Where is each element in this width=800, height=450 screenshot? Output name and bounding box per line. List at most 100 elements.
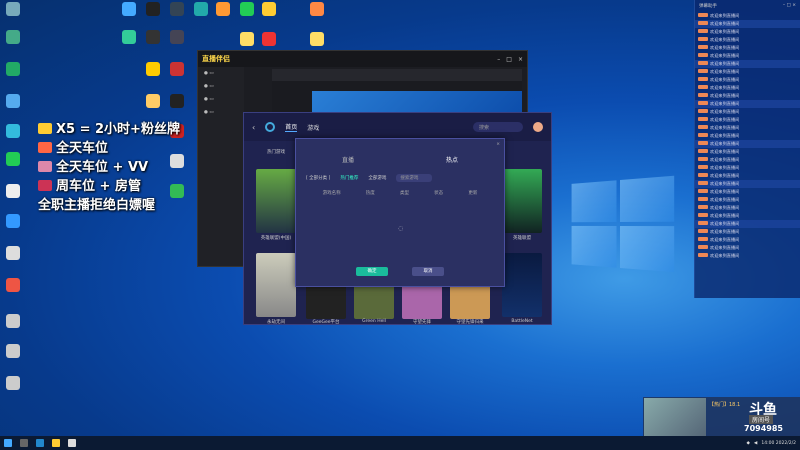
filter-selected[interactable]: 热门推荐 — [340, 175, 358, 181]
tab-hot[interactable]: 热点 — [446, 155, 458, 164]
chat-message: 欢迎来到直播间 — [695, 20, 800, 28]
taskbar: ◆ ◀ 14:00 2022/2/2 — [0, 436, 800, 450]
close-icon[interactable]: × — [518, 56, 523, 63]
chat-message: 欢迎来到直播间 — [695, 100, 800, 108]
desktop-icon[interactable] — [118, 2, 140, 16]
game-name: 守望先锋归来 — [456, 320, 484, 325]
desktop-icon[interactable] — [166, 2, 188, 16]
game-tile[interactable] — [502, 253, 542, 317]
desktop-icon[interactable] — [2, 184, 24, 198]
desktop-icon[interactable] — [142, 2, 164, 16]
desktop-icon[interactable] — [190, 2, 212, 16]
desktop-icon[interactable] — [212, 2, 234, 16]
chat-message: 欢迎来到直播间 — [695, 172, 800, 180]
fan-badge-icon — [698, 61, 708, 65]
chat-message: 欢迎来到直播间 — [695, 76, 800, 84]
search-input[interactable]: 搜索游戏 — [396, 174, 433, 182]
chat-message: 欢迎来到直播间 — [695, 132, 800, 140]
window-controls[interactable]: – □ × — [783, 3, 796, 9]
desktop-icon[interactable] — [118, 30, 140, 44]
desktop-icon[interactable] — [2, 62, 24, 76]
fan-badge-icon — [698, 13, 708, 17]
chat-message: 欢迎来到直播间 — [695, 252, 800, 260]
cancel-button[interactable]: 取消 — [412, 267, 444, 276]
game-name: Green Hell — [362, 319, 386, 324]
desktop-icon[interactable] — [2, 214, 24, 228]
minimize-icon[interactable]: – — [497, 56, 500, 63]
filter-category[interactable]: [ 全部分类 ] — [306, 175, 330, 181]
sidebar-item[interactable]: ● ▭ — [198, 80, 244, 93]
clock[interactable]: 14:00 2022/2/2 — [761, 441, 796, 446]
desktop-icon[interactable] — [142, 62, 164, 76]
desktop-icon[interactable] — [2, 94, 24, 108]
chat-message-text: 欢迎来到直播间 — [710, 101, 740, 106]
chat-message-text: 欢迎来到直播间 — [710, 253, 740, 258]
desktop-icon[interactable] — [2, 246, 24, 260]
edge-icon[interactable] — [36, 439, 44, 447]
desktop-icon[interactable] — [306, 32, 328, 46]
table-header: 游戏名称 热度 类型 状态 更新 — [296, 190, 504, 196]
fan-badge-icon — [698, 189, 708, 193]
desktop-icon[interactable] — [142, 94, 164, 108]
folder-icon[interactable] — [52, 439, 60, 447]
search-icon[interactable] — [20, 439, 28, 447]
close-icon[interactable]: × — [496, 142, 500, 148]
chat-message-text: 欢迎来到直播间 — [710, 85, 740, 90]
desktop-icon[interactable] — [166, 62, 188, 76]
column-header: 热度 — [365, 191, 375, 196]
desktop-icon[interactable] — [2, 124, 24, 138]
desktop-icon[interactable] — [2, 314, 24, 328]
game-tile[interactable] — [502, 169, 542, 233]
fan-badge-icon — [698, 213, 708, 217]
filter-row: [ 全部分类 ] 热门推荐 全部游戏 搜索游戏 — [296, 174, 504, 182]
chat-message-text: 欢迎来到直播间 — [710, 61, 740, 66]
start-icon[interactable] — [4, 439, 12, 447]
desktop-icon[interactable] — [166, 30, 188, 44]
desktop-icon[interactable] — [306, 2, 328, 16]
desktop-icon[interactable] — [258, 2, 280, 16]
desktop-icon[interactable] — [2, 376, 24, 390]
desktop-icon[interactable] — [2, 152, 24, 166]
tab-home[interactable]: 首页 — [285, 122, 298, 132]
chat-message: 欢迎来到直播间 — [695, 188, 800, 196]
game-tile[interactable] — [256, 169, 296, 233]
sidebar-item[interactable]: ● ▭ — [198, 106, 244, 119]
desktop-icon[interactable] — [2, 2, 24, 16]
maximize-icon[interactable]: □ — [506, 56, 512, 63]
sidebar-item[interactable]: ● ▭ — [198, 93, 244, 106]
game-name: 热门游戏 — [267, 150, 285, 155]
network-icon[interactable]: ◆ — [746, 441, 749, 446]
desktop-icon[interactable] — [236, 32, 258, 46]
fan-badge-icon — [698, 205, 708, 209]
search-input[interactable]: 搜索 — [473, 122, 523, 132]
dialog-tabs: 直播 热点 — [296, 155, 504, 164]
back-icon[interactable]: ‹ — [252, 123, 255, 132]
desktop-icon[interactable] — [142, 30, 164, 44]
volume-icon[interactable]: ◀ — [754, 441, 757, 446]
desktop-icon[interactable] — [166, 94, 188, 108]
app-icon[interactable] — [68, 439, 76, 447]
confirm-button[interactable]: 确定 — [356, 267, 388, 276]
stream-overlay-text: X5 = 2小时+粉丝牌 全天车位 全天车位 + VV 周车位 + 房管 全职主… — [38, 120, 180, 215]
desktop-icon[interactable] — [236, 2, 258, 16]
tab-games[interactable]: 游戏 — [307, 123, 319, 132]
chat-list: 欢迎来到直播间 欢迎来到直播间 欢迎来到直播间 欢迎来到直播间 欢迎来到直播间 欢迎来到直… — [695, 12, 800, 260]
desktop-icon[interactable] — [2, 278, 24, 292]
avatar[interactable] — [533, 122, 543, 132]
tab-live[interactable]: 直播 — [342, 155, 354, 164]
desktop-icon[interactable] — [2, 344, 24, 358]
fan-badge-icon — [698, 21, 708, 25]
game-tile[interactable] — [256, 253, 296, 317]
chat-message-text: 欢迎来到直播间 — [710, 77, 740, 82]
desktop-icon[interactable] — [258, 32, 280, 46]
plane-icon — [38, 161, 52, 172]
filter-all[interactable]: 全部游戏 — [368, 175, 386, 181]
fan-badge-icon — [698, 45, 708, 49]
fan-badge-icon — [698, 149, 708, 153]
fan-badge-icon — [698, 181, 708, 185]
chat-title: 弹幕助手 — [699, 4, 717, 9]
desktop-icon[interactable] — [2, 30, 24, 44]
fan-badge-icon — [698, 85, 708, 89]
sidebar-item[interactable]: ● ▭ — [198, 67, 244, 80]
chat-message-text: 欢迎来到直播间 — [710, 37, 740, 42]
